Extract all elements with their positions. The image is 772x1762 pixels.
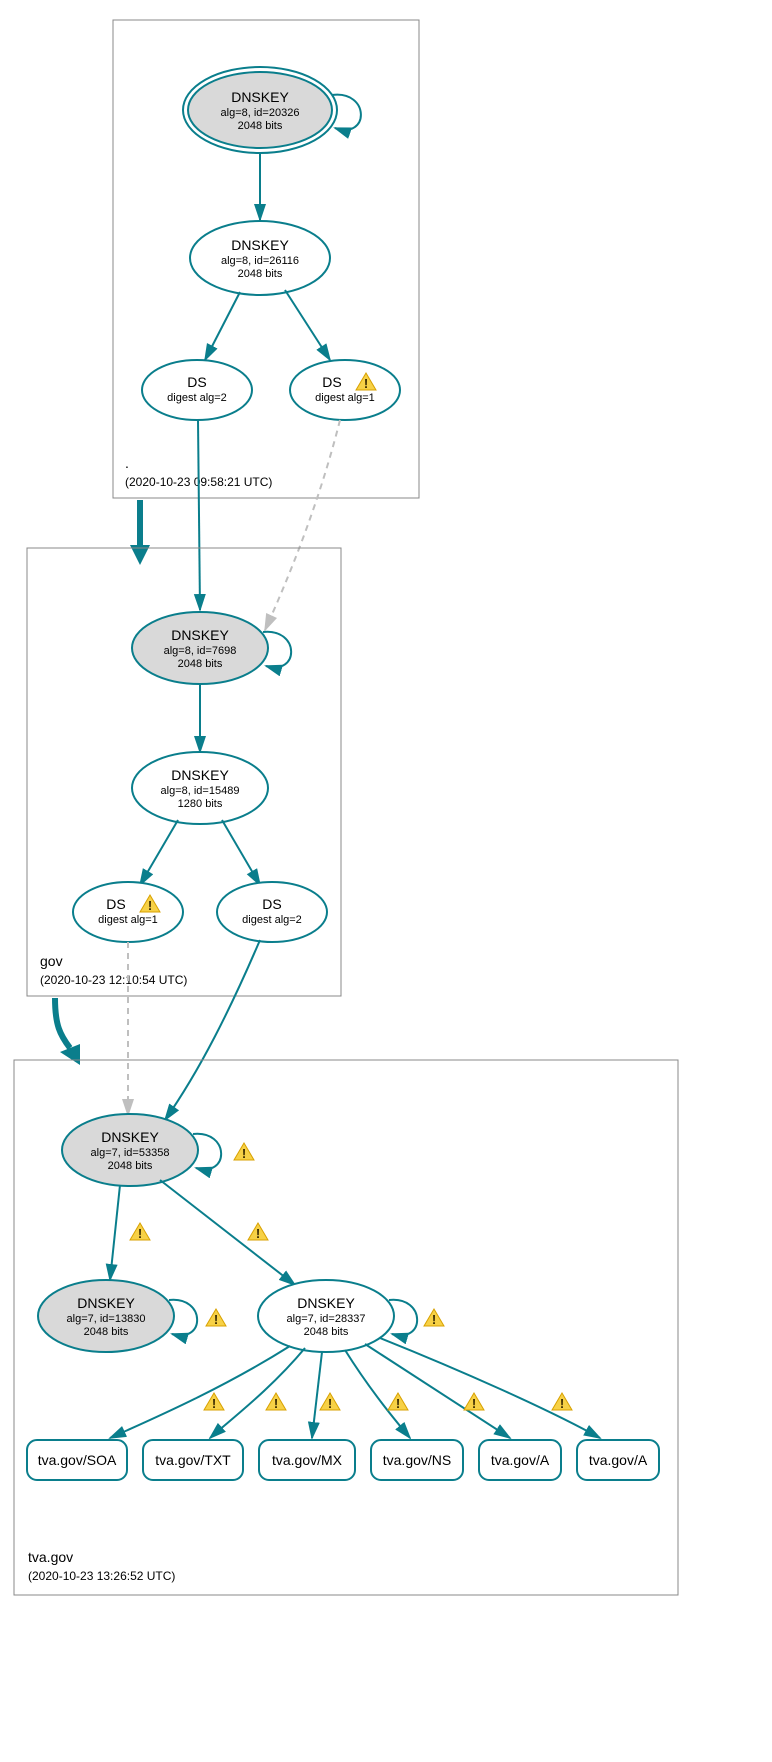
svg-text:DNSKEY: DNSKEY bbox=[297, 1295, 355, 1311]
node-gov-ds2: DS digest alg=2 bbox=[217, 882, 327, 942]
warning-icon bbox=[464, 1393, 484, 1411]
svg-text:DNSKEY: DNSKEY bbox=[171, 627, 229, 643]
node-tva-zsk: DNSKEY alg=7, id=28337 2048 bits bbox=[258, 1280, 394, 1352]
zone-root-label: . bbox=[125, 455, 129, 471]
node-rr-txt: tva.gov/TXT bbox=[143, 1440, 243, 1480]
svg-text:alg=8, id=20326: alg=8, id=20326 bbox=[221, 107, 300, 119]
svg-text:digest alg=1: digest alg=1 bbox=[98, 914, 158, 926]
svg-text:DNSKEY: DNSKEY bbox=[171, 767, 229, 783]
node-root-ksk: DNSKEY alg=8, id=20326 2048 bits bbox=[183, 67, 337, 153]
node-gov-zsk: DNSKEY alg=8, id=15489 1280 bits bbox=[132, 752, 268, 824]
edge-root-zsk-to-ds2 bbox=[205, 292, 240, 360]
svg-text:DNSKEY: DNSKEY bbox=[77, 1295, 135, 1311]
svg-text:2048 bits: 2048 bits bbox=[178, 658, 223, 670]
node-tva-k2: DNSKEY alg=7, id=13830 2048 bits bbox=[38, 1280, 174, 1352]
warning-icon bbox=[248, 1223, 268, 1241]
zone-gov-time: (2020-10-23 12:10:54 UTC) bbox=[40, 973, 187, 987]
node-gov-ds1: DS digest alg=1 bbox=[73, 882, 183, 942]
zone-gov-label: gov bbox=[40, 953, 63, 969]
svg-text:DS: DS bbox=[262, 896, 281, 912]
node-rr-soa: tva.gov/SOA bbox=[27, 1440, 127, 1480]
svg-text:1280 bits: 1280 bits bbox=[178, 798, 223, 810]
node-root-ds1: DS digest alg=1 bbox=[290, 360, 400, 420]
svg-text:2048 bits: 2048 bits bbox=[84, 1326, 129, 1338]
dnssec-diagram: ! . (2020-10-23 09:58:21 UTC) DNSKEY alg… bbox=[0, 0, 772, 1762]
node-rr-a2: tva.gov/A bbox=[577, 1440, 659, 1480]
edge-gov-zsk-to-ds2 bbox=[222, 820, 260, 885]
edge-gov-zsk-to-ds1 bbox=[140, 820, 178, 885]
svg-text:tva.gov/NS: tva.gov/NS bbox=[383, 1452, 451, 1468]
edge-tva-ksk-to-k2 bbox=[110, 1185, 120, 1280]
node-root-ds2: DS digest alg=2 bbox=[142, 360, 252, 420]
svg-text:alg=7, id=13830: alg=7, id=13830 bbox=[67, 1313, 146, 1325]
svg-text:2048 bits: 2048 bits bbox=[238, 120, 283, 132]
svg-text:tva.gov/A: tva.gov/A bbox=[589, 1452, 648, 1468]
node-gov-ksk: DNSKEY alg=8, id=7698 2048 bits bbox=[132, 612, 268, 684]
warning-icon bbox=[320, 1393, 340, 1411]
edge-zone-gov-to-tva bbox=[55, 998, 70, 1048]
edge-gov-ds2-to-tva-ksk bbox=[165, 940, 260, 1120]
edge-root-zsk-to-ds1 bbox=[285, 290, 330, 360]
warning-icon bbox=[424, 1309, 444, 1327]
svg-text:alg=7, id=53358: alg=7, id=53358 bbox=[91, 1147, 170, 1159]
svg-text:alg=8, id=7698: alg=8, id=7698 bbox=[164, 645, 237, 657]
edge-tva-ksk-to-zsk bbox=[160, 1180, 295, 1285]
svg-text:tva.gov/TXT: tva.gov/TXT bbox=[155, 1452, 231, 1468]
zone-tva-time: (2020-10-23 13:26:52 UTC) bbox=[28, 1569, 175, 1583]
warning-icon bbox=[130, 1223, 150, 1241]
edge-zsk-to-mx bbox=[312, 1352, 322, 1438]
svg-text:DNSKEY: DNSKEY bbox=[231, 89, 289, 105]
svg-text:tva.gov/A: tva.gov/A bbox=[491, 1452, 550, 1468]
svg-text:DNSKEY: DNSKEY bbox=[231, 237, 289, 253]
warning-icon bbox=[204, 1393, 224, 1411]
svg-text:DS: DS bbox=[187, 374, 206, 390]
svg-text:2048 bits: 2048 bits bbox=[108, 1160, 153, 1172]
edge-zsk-to-txt bbox=[210, 1348, 305, 1438]
svg-text:alg=8, id=15489: alg=8, id=15489 bbox=[161, 785, 240, 797]
svg-text:2048 bits: 2048 bits bbox=[304, 1326, 349, 1338]
node-rr-ns: tva.gov/NS bbox=[371, 1440, 463, 1480]
svg-text:DS: DS bbox=[106, 896, 125, 912]
zone-tva-label: tva.gov bbox=[28, 1549, 73, 1565]
svg-text:digest alg=2: digest alg=2 bbox=[242, 914, 302, 926]
svg-text:alg=7, id=28337: alg=7, id=28337 bbox=[287, 1313, 366, 1325]
node-rr-mx: tva.gov/MX bbox=[259, 1440, 355, 1480]
svg-text:DNSKEY: DNSKEY bbox=[101, 1129, 159, 1145]
node-tva-ksk: DNSKEY alg=7, id=53358 2048 bits bbox=[62, 1114, 198, 1186]
svg-text:alg=8, id=26116: alg=8, id=26116 bbox=[221, 255, 299, 267]
edge-zsk-to-a2 bbox=[380, 1338, 600, 1438]
svg-text:DS: DS bbox=[322, 374, 341, 390]
svg-text:digest alg=1: digest alg=1 bbox=[315, 392, 375, 404]
warning-icon bbox=[552, 1393, 572, 1411]
svg-text:tva.gov/MX: tva.gov/MX bbox=[272, 1452, 343, 1468]
node-root-zsk: DNSKEY alg=8, id=26116 2048 bits bbox=[190, 221, 330, 295]
edge-root-ds1-to-gov-ksk bbox=[265, 420, 340, 630]
edge-zsk-to-ns bbox=[345, 1350, 410, 1438]
warning-icon bbox=[388, 1393, 408, 1411]
edge-root-ds2-to-gov-ksk bbox=[198, 420, 200, 610]
warning-icon bbox=[266, 1393, 286, 1411]
warning-icon bbox=[206, 1309, 226, 1327]
svg-text:digest alg=2: digest alg=2 bbox=[167, 392, 227, 404]
node-rr-a1: tva.gov/A bbox=[479, 1440, 561, 1480]
edge-zsk-to-a1 bbox=[365, 1344, 510, 1438]
svg-text:2048 bits: 2048 bits bbox=[238, 268, 283, 280]
svg-text:tva.gov/SOA: tva.gov/SOA bbox=[38, 1452, 117, 1468]
warning-icon bbox=[234, 1143, 254, 1161]
